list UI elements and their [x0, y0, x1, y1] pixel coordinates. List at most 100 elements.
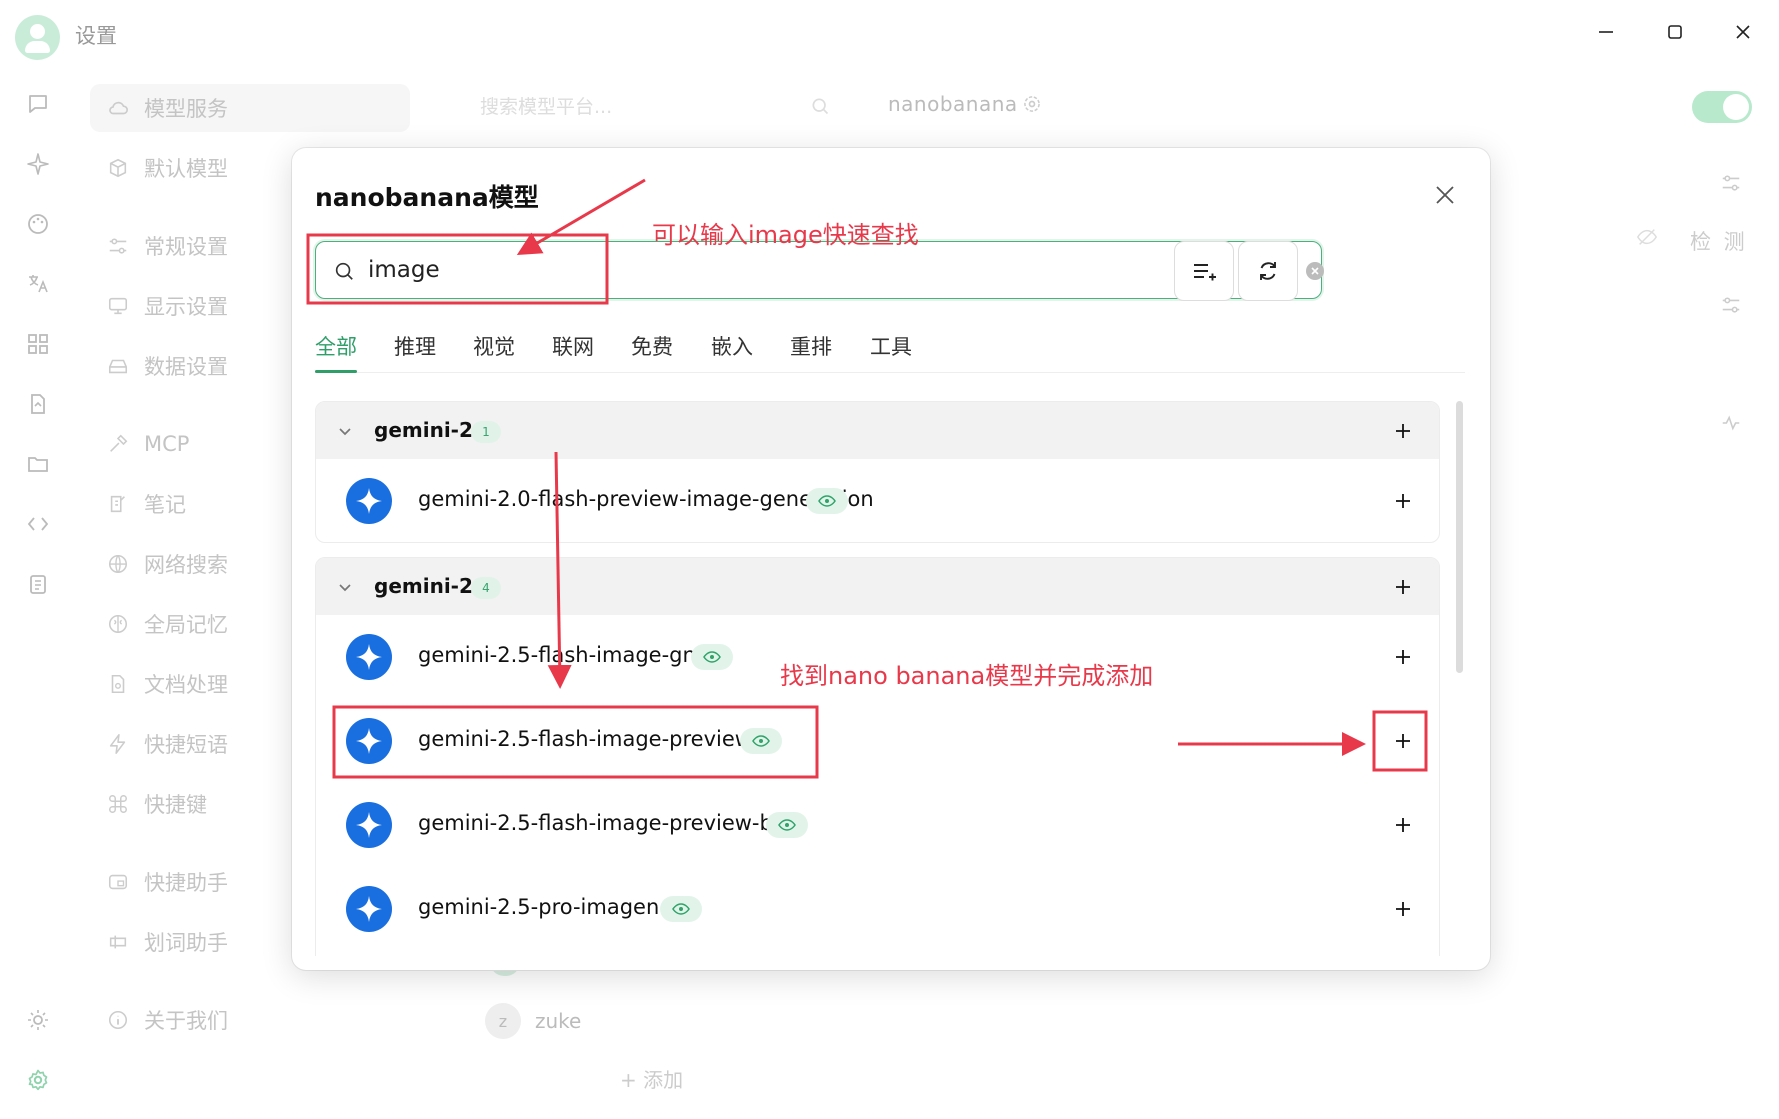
close-icon: [1736, 25, 1750, 39]
provider-settings-icon[interactable]: [1022, 94, 1042, 118]
eye-off-icon[interactable]: [1636, 226, 1658, 252]
tab-embedding[interactable]: 嵌入: [711, 331, 753, 361]
tab-web[interactable]: 联网: [552, 331, 594, 361]
user-avatar[interactable]: [15, 15, 60, 60]
sparkle-icon[interactable]: [22, 148, 54, 180]
add-model-button[interactable]: [1388, 486, 1418, 516]
add-all-button[interactable]: [1174, 241, 1234, 301]
health-check-icon[interactable]: [1720, 412, 1742, 438]
host-settings-icon[interactable]: [1720, 294, 1742, 320]
add-model-button[interactable]: [1388, 894, 1418, 924]
model-search-input[interactable]: [368, 252, 1248, 288]
check-button[interactable]: 检 测: [1690, 226, 1748, 256]
api-settings-icon[interactable]: [1720, 172, 1742, 198]
tab-reasoning[interactable]: 推理: [394, 331, 436, 361]
sidebar-item-label: 快捷短语: [144, 733, 228, 757]
avatar: z: [485, 1003, 521, 1039]
folder-icon[interactable]: [22, 448, 54, 480]
sidebar-item-label: 快捷助手: [144, 871, 228, 895]
sidebar-item-label: 文档处理: [144, 673, 228, 697]
close-window-button[interactable]: [1720, 14, 1766, 50]
tab-vision[interactable]: 视觉: [473, 331, 515, 361]
sidebar-item-model-service[interactable]: 模型服务: [90, 84, 410, 132]
info-icon: [106, 1008, 130, 1032]
model-name: gemini-2.5-flash-image-gn: [418, 643, 696, 667]
document-icon[interactable]: [22, 388, 54, 420]
sidebar-item-label: 网络搜索: [144, 553, 228, 577]
add-model-button[interactable]: [1388, 642, 1418, 672]
modal-close-button[interactable]: [1428, 178, 1462, 212]
maximize-button[interactable]: [1652, 14, 1698, 50]
vision-capability-badge: [806, 488, 848, 514]
code-icon[interactable]: [22, 508, 54, 540]
model-name: gemini-2.5-flash-image-preview: [418, 727, 752, 751]
translate-icon[interactable]: [22, 268, 54, 300]
search-icon: [810, 96, 830, 120]
tab-rerank[interactable]: 重排: [790, 331, 832, 361]
monitor-icon: [106, 294, 130, 318]
sidebar-item-label: MCP: [144, 432, 190, 456]
member-name: zuke: [535, 1009, 582, 1033]
vision-capability-badge: [740, 728, 782, 754]
chat-icon[interactable]: [22, 88, 54, 120]
clear-search-button[interactable]: [1306, 262, 1324, 280]
eye-icon: [818, 495, 836, 507]
maximize-icon: [1668, 25, 1682, 39]
sidebar-item-label: 快捷键: [144, 793, 207, 817]
apps-icon[interactable]: [22, 328, 54, 360]
window-title: 设置: [75, 24, 117, 48]
tab-tools[interactable]: 工具: [870, 331, 912, 361]
provider-search-placeholder[interactable]: 搜索模型平台...: [480, 92, 612, 119]
nav-rail: [0, 68, 75, 1119]
sidebar-item-label: 笔记: [144, 493, 186, 517]
add-button[interactable]: + 添加: [620, 1064, 683, 1093]
provider-enabled-toggle[interactable]: [1692, 91, 1752, 123]
chevron-down-icon[interactable]: [338, 580, 352, 599]
tab-free[interactable]: 免费: [631, 331, 673, 361]
models-modal: nanobanana模型 全部 推理 视觉 联网 免费 嵌入 重排 工具: [292, 148, 1490, 970]
vision-capability-badge: [660, 896, 702, 922]
add-hint-text: 找到nano banana模型并完成添加: [780, 662, 1154, 690]
plus-icon: [1396, 818, 1410, 832]
list-scrollbar[interactable]: [1456, 401, 1463, 673]
sidebar-item-label: 数据设置: [144, 355, 228, 379]
member-item[interactable]: z zuke: [485, 1003, 581, 1039]
model-group: gemini-2.0 1 gemini-2.0-flash-preview-im…: [315, 401, 1440, 543]
settings-icon[interactable]: [22, 1064, 54, 1096]
sidebar-item-about[interactable]: 关于我们: [90, 996, 410, 1044]
search-icon: [333, 260, 355, 286]
assistant-icon: [106, 870, 130, 894]
add-group-button[interactable]: [1388, 416, 1418, 446]
chevron-down-icon[interactable]: [338, 424, 352, 443]
group-header[interactable]: gemini-2.0 1: [316, 402, 1439, 459]
list-add-icon: [1194, 264, 1216, 281]
add-model-button[interactable]: [1388, 726, 1418, 756]
refresh-icon: [1260, 262, 1276, 280]
eye-icon: [703, 651, 721, 663]
sidebar-item-label: 模型服务: [144, 97, 228, 121]
add-model-button[interactable]: [1388, 810, 1418, 840]
brain-icon: [106, 612, 130, 636]
palette-icon[interactable]: [22, 208, 54, 240]
tab-all[interactable]: 全部: [315, 331, 357, 361]
notes-icon[interactable]: [22, 568, 54, 600]
add-group-button[interactable]: [1388, 572, 1418, 602]
minimize-button[interactable]: [1583, 14, 1629, 50]
brightness-icon[interactable]: [22, 1004, 54, 1036]
vision-capability-badge: [766, 812, 808, 838]
cloud-icon: [106, 96, 130, 120]
text-select-icon: [106, 930, 130, 954]
title-bar: 设置: [0, 0, 1779, 68]
globe-icon: [106, 552, 130, 576]
note-icon: [106, 492, 130, 516]
model-row: gemini-2.5-flash-image-preview-bs: [316, 783, 1439, 867]
sidebar-item-label: 划词助手: [144, 931, 228, 955]
clear-icon: [1311, 267, 1319, 275]
sidebar-item-label: 关于我们: [144, 1009, 228, 1033]
refresh-button[interactable]: [1238, 241, 1298, 301]
search-hint-text: 可以输入image快速查找: [652, 221, 919, 249]
zap-icon: [106, 732, 130, 756]
plus-icon: [1396, 580, 1410, 594]
group-header[interactable]: gemini-2.5 4: [316, 558, 1439, 615]
model-group: gemini-2.5 4 gemini-2.5-flash-image-gn g…: [315, 557, 1440, 956]
